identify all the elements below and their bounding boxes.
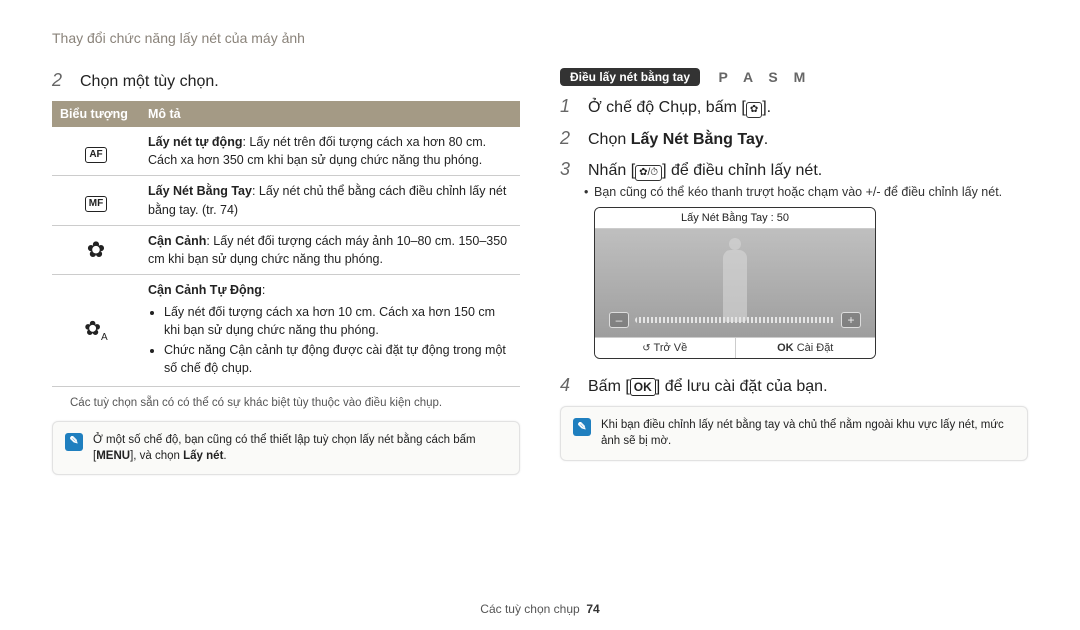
af-icon: AF [52, 127, 140, 176]
left-step-number: 2 [52, 70, 64, 91]
step-text: Chọn Lấy Nét Bằng Tay. [588, 131, 768, 149]
camera-preview-illustration: Lấy Nét Bằng Tay : 50 – + ↺ Trở Về OK Cà… [594, 207, 876, 359]
step-number: 1 [560, 96, 572, 117]
page-topic: Thay đổi chức năng lấy nét của máy ảnh [52, 30, 1028, 46]
step-number: 2 [560, 128, 572, 149]
manual-page: Thay đổi chức năng lấy nét của máy ảnh 2… [0, 0, 1080, 630]
flower-timer-icon: ✿/⏱ [635, 165, 662, 181]
right-callout: ✎ Khi bạn điều chỉnh lấy nét bằng tay và… [560, 406, 1028, 460]
step-text: Ở chế độ Chụp, bấm [✿]. [588, 99, 771, 118]
ok-key-icon: OK [630, 378, 656, 396]
plus-button-icon: + [841, 312, 861, 328]
row-bullets: Lấy nét đối tượng cách xa hơn 10 cm. Các… [148, 303, 512, 378]
two-column-layout: 2 Chọn một tùy chọn. Biểu tượng Mô tả AF… [52, 68, 1028, 475]
row-title: Cận Cảnh [148, 234, 206, 248]
table-row: ✿A Cận Cảnh Tự Động: Lấy nét đối tượng c… [52, 274, 520, 386]
table-row: ✿ Cận Cảnh: Lấy nét đối tượng cách máy ả… [52, 225, 520, 274]
cam-set-label: OK Cài Đặt [736, 338, 876, 358]
slider-track-icon [635, 317, 835, 323]
info-icon: ✎ [65, 433, 83, 451]
th-desc: Mô tả [140, 101, 520, 127]
r-step-3: 3 Nhấn [✿/⏱] để điều chỉnh lấy nét. [560, 159, 1028, 181]
left-step-line: 2 Chọn một tùy chọn. [52, 70, 520, 91]
r-step-1: 1 Ở chế độ Chụp, bấm [✿]. [560, 96, 1028, 118]
step-text: Nhấn [✿/⏱] để điều chỉnh lấy nét. [588, 162, 822, 181]
row-title: Lấy nét tự động [148, 135, 242, 149]
cam-title: Lấy Nét Bằng Tay : 50 [595, 208, 875, 229]
step-number: 4 [560, 375, 572, 396]
table-row: AF Lấy nét tự động: Lấy nét trên đối tượ… [52, 127, 520, 176]
left-callout: ✎ Ở một số chế độ, bạn cũng có thể thiết… [52, 421, 520, 475]
callout-text: Ở một số chế độ, bạn cũng có thể thiết l… [93, 432, 507, 464]
left-step-text: Chọn một tùy chọn. [80, 73, 219, 91]
right-column: Điều lấy nét bằng tay P A S M 1 Ở chế độ… [560, 68, 1028, 475]
mode-letters: P A S M [718, 69, 811, 85]
r-step-4: 4 Bấm [OK] để lưu cài đặt của bạn. [560, 375, 1028, 396]
focus-options-table: Biểu tượng Mô tả AF Lấy nét tự động: Lấy… [52, 101, 520, 387]
row-title: Cận Cảnh Tự Động [148, 283, 262, 297]
th-icon: Biểu tượng [52, 101, 140, 127]
page-footer: Các tuỳ chọn chụp 74 [0, 602, 1080, 616]
footer-section: Các tuỳ chọn chụp [480, 602, 579, 616]
auto-macro-icon: ✿A [52, 274, 140, 386]
cam-back-label: ↺ Trở Về [595, 338, 736, 358]
focus-slider: – + [609, 309, 861, 331]
step-text: Bấm [OK] để lưu cài đặt của bạn. [588, 378, 828, 396]
step-number: 3 [560, 159, 572, 180]
mode-tag: Điều lấy nét bằng tay [560, 68, 700, 86]
left-small-note: Các tuỳ chọn sẵn có có thể có sự khác bi… [70, 395, 518, 411]
list-item: Chức năng Cận cảnh tự động được cài đặt … [164, 341, 512, 377]
list-item: Lấy nét đối tượng cách xa hơn 10 cm. Các… [164, 303, 512, 339]
mode-row: Điều lấy nét bằng tay P A S M [560, 68, 1028, 86]
macro-icon: ✿ [52, 225, 140, 274]
callout-text: Khi bạn điều chỉnh lấy nét bằng tay và c… [601, 417, 1015, 449]
flower-icon: ✿ [746, 102, 762, 118]
cam-footer: ↺ Trở Về OK Cài Đặt [595, 337, 875, 358]
r-step-3-bullet: •Bạn cũng có thể kéo thanh trượt hoặc ch… [598, 183, 1028, 201]
info-icon: ✎ [573, 418, 591, 436]
left-column: 2 Chọn một tùy chọn. Biểu tượng Mô tả AF… [52, 68, 520, 475]
footer-page-number: 74 [586, 602, 599, 616]
minus-button-icon: – [609, 312, 629, 328]
r-step-2: 2 Chọn Lấy Nét Bằng Tay. [560, 128, 1028, 149]
cam-body: – + [595, 229, 875, 337]
row-title: Lấy Nét Bằng Tay [148, 184, 252, 198]
table-row: MF Lấy Nét Bằng Tay: Lấy nét chủ thể bằn… [52, 176, 520, 225]
mf-icon: MF [52, 176, 140, 225]
